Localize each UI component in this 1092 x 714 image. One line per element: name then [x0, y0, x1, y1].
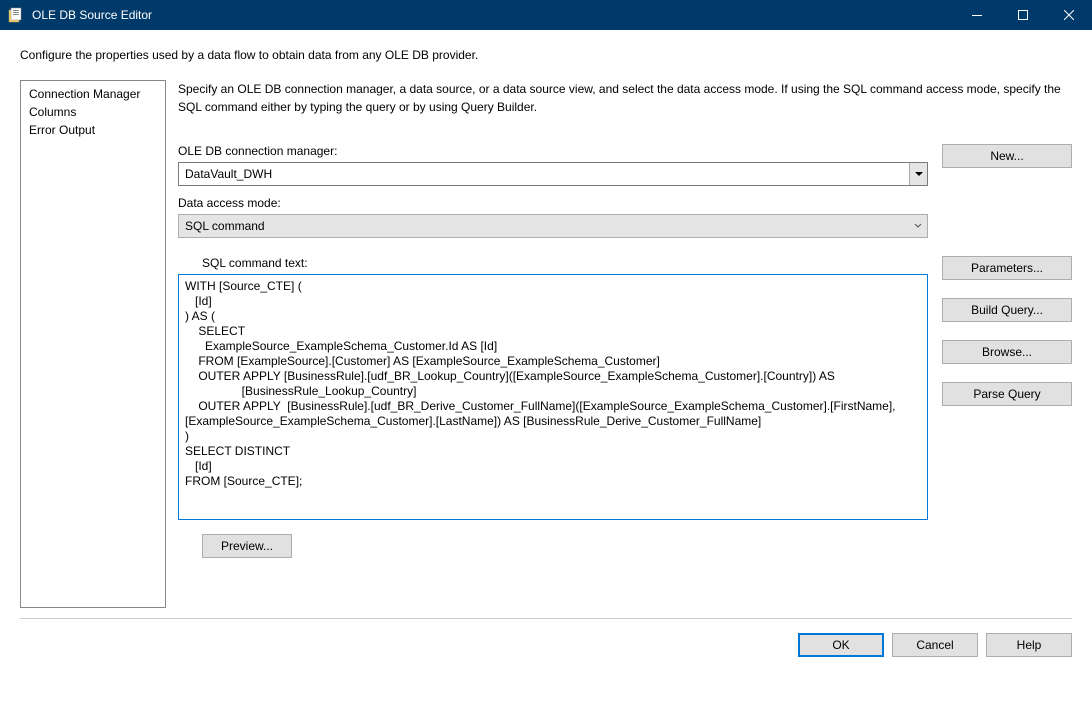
chevron-down-icon: [914, 222, 922, 230]
close-button[interactable]: [1046, 0, 1092, 30]
parameters-button[interactable]: Parameters...: [942, 256, 1072, 280]
ok-button[interactable]: OK: [798, 633, 884, 657]
nav-error-output[interactable]: Error Output: [27, 121, 159, 139]
close-icon: [1064, 10, 1074, 20]
help-button[interactable]: Help: [986, 633, 1072, 657]
maximize-icon: [1018, 10, 1028, 20]
footer: OK Cancel Help: [0, 619, 1092, 671]
connection-manager-input[interactable]: [179, 163, 909, 185]
preview-button[interactable]: Preview...: [202, 534, 292, 558]
data-access-mode-dropdown-arrow[interactable]: [909, 215, 927, 237]
nav-connection-manager[interactable]: Connection Manager: [27, 85, 159, 103]
parse-query-button[interactable]: Parse Query: [942, 382, 1072, 406]
build-query-button[interactable]: Build Query...: [942, 298, 1072, 322]
browse-button[interactable]: Browse...: [942, 340, 1072, 364]
maximize-button[interactable]: [1000, 0, 1046, 30]
sql-command-textarea[interactable]: [178, 274, 928, 520]
minimize-button[interactable]: [954, 0, 1000, 30]
chevron-down-icon: [915, 170, 923, 178]
nav-columns[interactable]: Columns: [27, 103, 159, 121]
data-access-mode-input[interactable]: [179, 215, 909, 237]
data-access-mode-combo[interactable]: [178, 214, 928, 238]
connection-manager-dropdown-arrow[interactable]: [909, 163, 927, 185]
nav-panel: Connection Manager Columns Error Output: [20, 80, 166, 608]
data-access-mode-label: Data access mode:: [178, 196, 928, 210]
sql-command-text-label: SQL command text:: [202, 256, 928, 270]
connection-manager-label: OLE DB connection manager:: [178, 144, 928, 158]
app-icon: [8, 7, 24, 23]
main-panel: Specify an OLE DB connection manager, a …: [178, 80, 1072, 608]
titlebar: OLE DB Source Editor: [0, 0, 1092, 30]
page-description: Configure the properties used by a data …: [0, 30, 1092, 80]
new-button[interactable]: New...: [942, 144, 1072, 168]
instructions-text: Specify an OLE DB connection manager, a …: [178, 80, 1072, 116]
minimize-icon: [972, 15, 982, 16]
cancel-button[interactable]: Cancel: [892, 633, 978, 657]
window-title: OLE DB Source Editor: [32, 8, 954, 22]
connection-manager-combo[interactable]: [178, 162, 928, 186]
